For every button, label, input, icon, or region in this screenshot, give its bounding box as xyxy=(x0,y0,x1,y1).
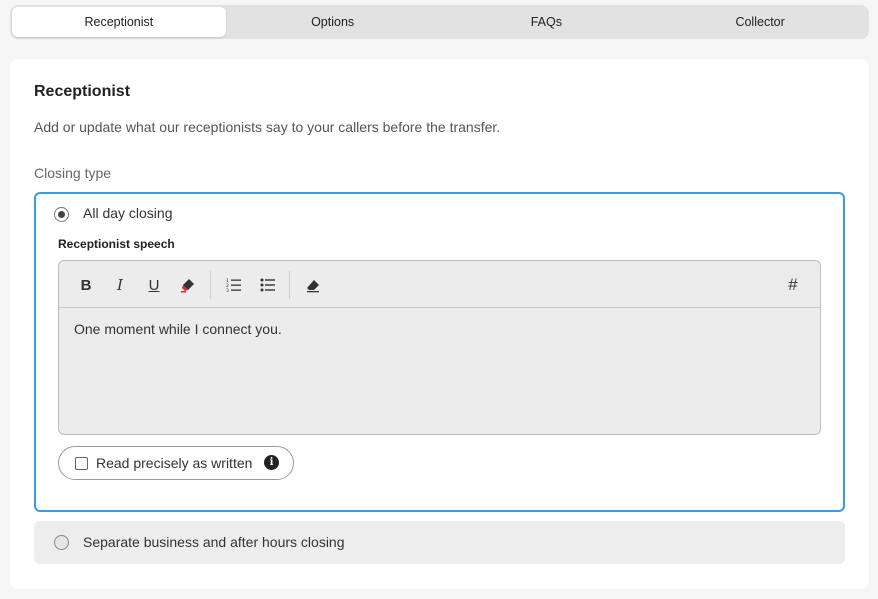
separate-closing-option[interactable]: Separate business and after hours closin… xyxy=(34,521,845,564)
tab-faqs[interactable]: FAQs xyxy=(440,7,654,37)
page-title: Receptionist xyxy=(34,83,131,100)
speech-editor: B I U 1 2 3 # One moment while I connect… xyxy=(58,260,821,435)
separate-closing-radio[interactable] xyxy=(54,535,69,550)
bullet-list-icon xyxy=(260,278,275,292)
toolbar-divider xyxy=(210,271,211,299)
ordered-list-button[interactable]: 1 2 3 xyxy=(222,273,246,297)
underline-button[interactable]: U xyxy=(142,273,166,297)
bullet-list-button[interactable] xyxy=(256,273,280,297)
ordered-list-icon: 1 2 3 xyxy=(226,278,241,293)
italic-icon: I xyxy=(117,276,123,294)
tab-options[interactable]: Options xyxy=(226,7,440,37)
all-day-closing-option: All day closing Receptionist speech B I … xyxy=(34,192,845,512)
all-day-closing-radio[interactable] xyxy=(54,207,69,222)
eraser-icon xyxy=(307,280,319,293)
toolbar-divider xyxy=(289,271,290,299)
hash-icon: # xyxy=(788,275,798,294)
clear-format-button[interactable] xyxy=(301,273,325,297)
closing-type-label: Closing type xyxy=(34,165,112,181)
read-precisely-checkbox[interactable] xyxy=(75,457,88,470)
bold-button[interactable]: B xyxy=(74,273,98,297)
italic-button[interactable]: I xyxy=(108,273,132,297)
all-day-closing-label[interactable]: All day closing xyxy=(83,205,173,221)
highlighter-icon xyxy=(181,279,194,293)
receptionist-speech-label: Receptionist speech xyxy=(58,237,175,251)
speech-text[interactable]: One moment while I connect you. xyxy=(74,321,282,337)
read-precisely-label[interactable]: Read precisely as written xyxy=(96,455,252,471)
svg-text:3: 3 xyxy=(226,288,229,293)
separate-closing-label[interactable]: Separate business and after hours closin… xyxy=(83,534,345,550)
underline-icon: U xyxy=(148,276,160,294)
bold-icon: B xyxy=(80,276,92,294)
tab-collector[interactable]: Collector xyxy=(653,7,867,37)
page-description: Add or update what our receptionists say… xyxy=(34,119,501,135)
variable-button[interactable]: # xyxy=(781,273,805,297)
editor-toolbar: B I U 1 2 3 # xyxy=(59,261,820,308)
highlight-button[interactable] xyxy=(176,273,200,297)
info-icon[interactable]: i xyxy=(264,455,279,470)
tab-receptionist[interactable]: Receptionist xyxy=(12,7,226,37)
tab-bar: Receptionist Options FAQs Collector xyxy=(10,5,869,39)
read-precisely-toggle[interactable]: Read precisely as written i xyxy=(58,446,294,480)
receptionist-card: Receptionist Add or update what our rece… xyxy=(10,59,869,589)
